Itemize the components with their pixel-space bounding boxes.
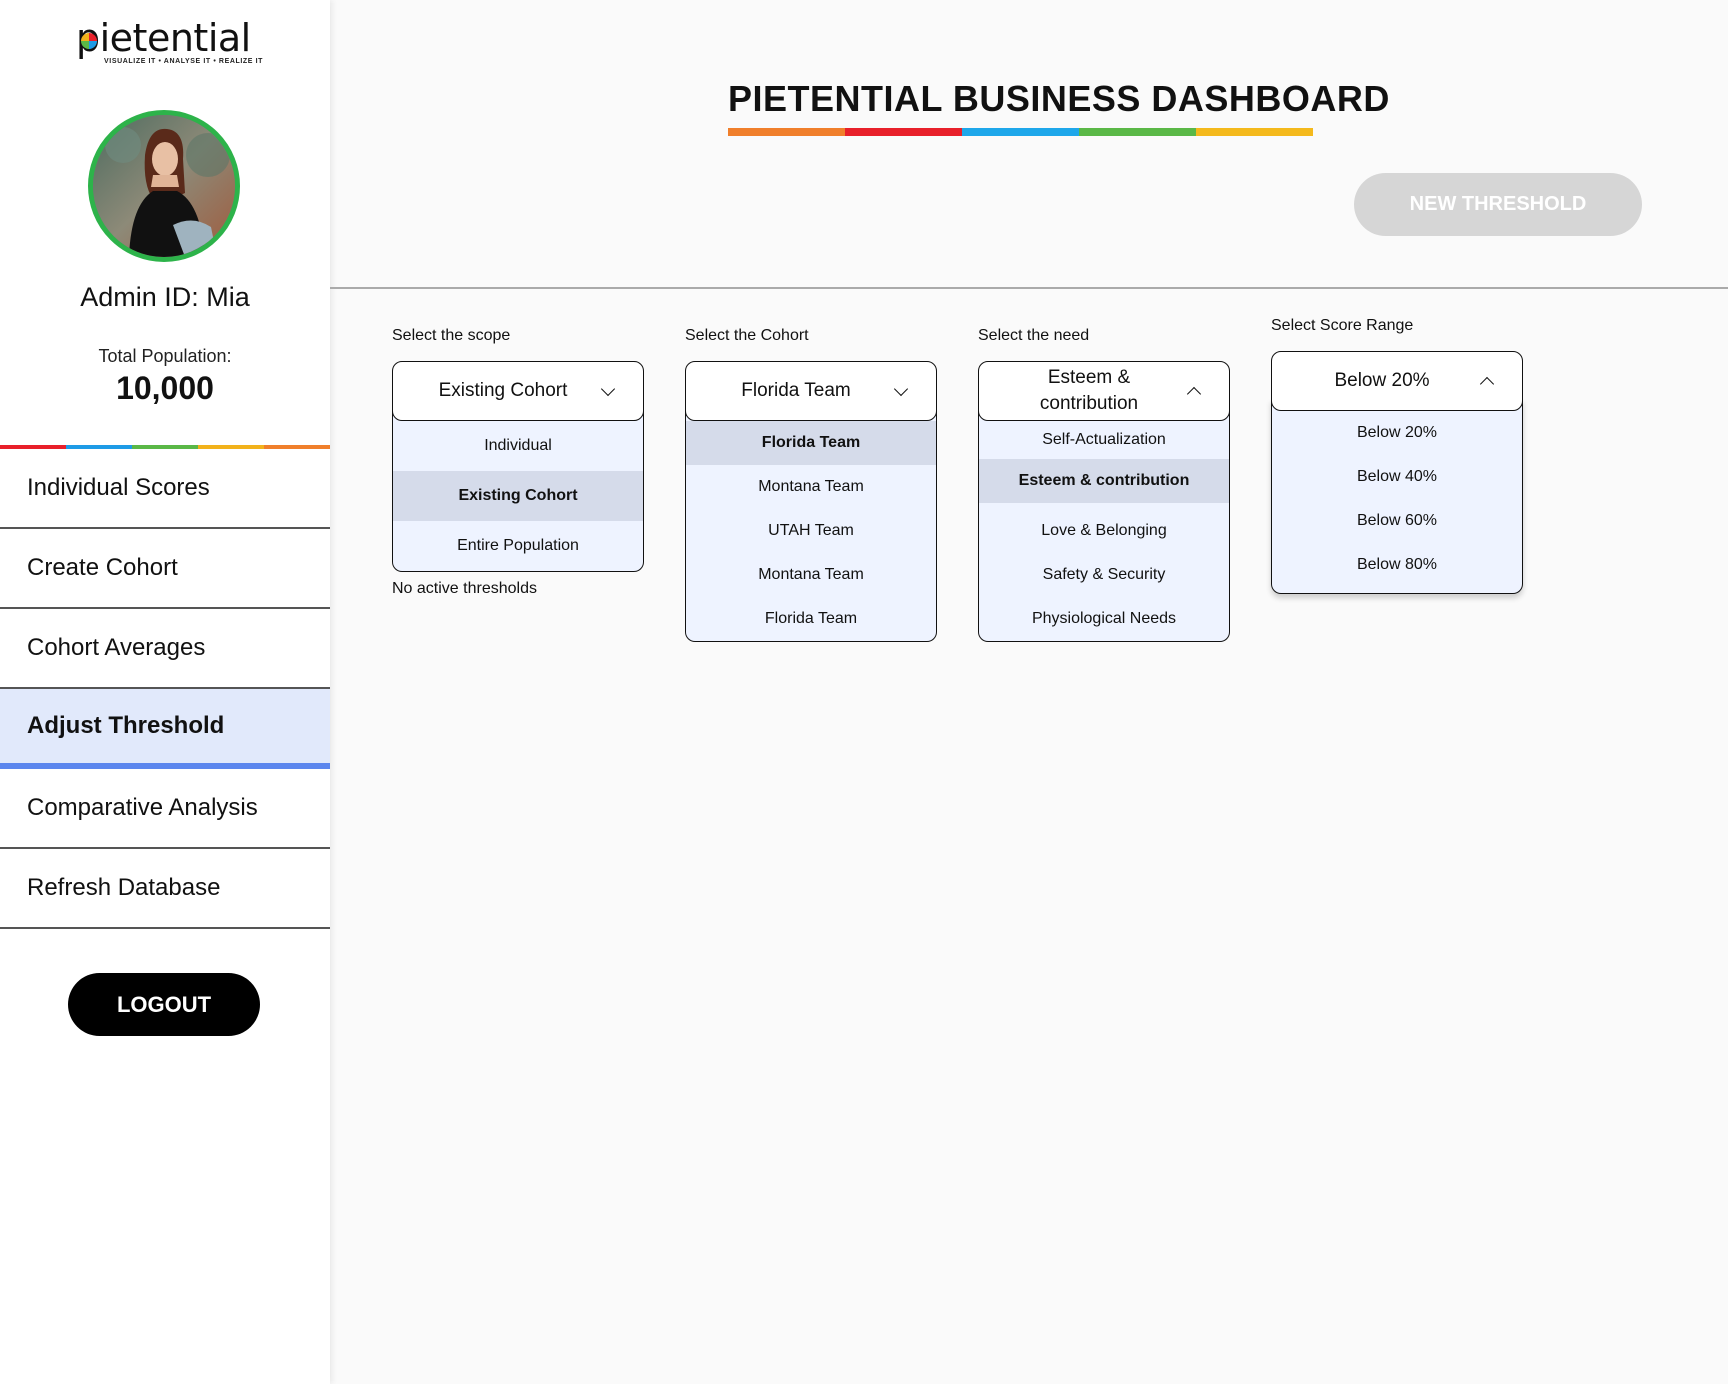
scope-selector: Select the scope Existing Cohort Individ…	[392, 327, 644, 598]
chevron-up-icon	[1186, 386, 1202, 402]
no-active-thresholds-text: No active thresholds	[392, 580, 537, 597]
need-option-safety-security[interactable]: Safety & Security	[979, 553, 1229, 597]
need-selector: Select the need Esteem & contribution Se…	[978, 327, 1230, 642]
cohort-option[interactable]: Montana Team	[686, 553, 936, 597]
score-range-dropdown-toggle[interactable]: Below 20%	[1271, 351, 1523, 411]
chevron-up-icon	[1479, 376, 1495, 392]
score-range-option[interactable]: Below 20%	[1272, 411, 1522, 455]
chevron-down-icon	[600, 381, 616, 397]
scope-label: Select the scope	[392, 327, 511, 344]
sidebar-item-adjust-threshold[interactable]: Adjust Threshold	[0, 689, 330, 769]
new-threshold-button[interactable]: NEW THRESHOLD	[1354, 173, 1642, 236]
score-range-selector: Select Score Range Below 20% Below 20% B…	[1271, 317, 1523, 594]
logout-button[interactable]: LOGOUT	[68, 973, 260, 1036]
scope-options-list: Individual Existing Cohort Entire Popula…	[392, 409, 644, 572]
page-title: PIETENTIAL BUSINESS DASHBOARD	[728, 78, 1390, 119]
score-range-label: Select Score Range	[1271, 317, 1414, 334]
need-option-physiological-needs[interactable]: Physiological Needs	[979, 597, 1229, 641]
cohort-label: Select the Cohort	[685, 327, 809, 344]
sidebar-item-comparative-analysis[interactable]: Comparative Analysis	[0, 769, 330, 849]
sidebar-nav: Individual Scores Create Cohort Cohort A…	[0, 449, 330, 929]
scope-dropdown: Existing Cohort Individual Existing Coho…	[392, 361, 644, 572]
cohort-dropdown: Florida Team Florida Team Montana Team U…	[685, 361, 937, 642]
score-range-option[interactable]: Below 80%	[1272, 543, 1522, 587]
need-selected-value: Esteem & contribution	[1039, 367, 1139, 414]
scope-option-entire-population[interactable]: Entire Population	[393, 521, 643, 571]
avatar-photo	[93, 115, 235, 257]
logo-wordmark: pietential	[76, 16, 251, 60]
logo-tagline: VISUALIZE IT • ANALYSE IT • REALIZE IT	[104, 58, 264, 65]
score-range-selected-value: Below 20%	[1334, 370, 1430, 391]
admin-id: Admin ID: Mia	[80, 282, 250, 312]
logo-pie-icon	[81, 33, 97, 49]
sidebar: pietential VISUALIZE IT • ANALYSE IT • R…	[0, 0, 330, 1384]
scope-option-existing-cohort[interactable]: Existing Cohort	[393, 471, 643, 521]
need-options-list: Self-Actualization Esteem & contribution…	[978, 409, 1230, 642]
avatar	[88, 110, 240, 262]
population-label: Total Population:	[98, 346, 232, 366]
sidebar-item-individual-scores[interactable]: Individual Scores	[0, 449, 330, 529]
cohort-option[interactable]: Florida Team	[686, 597, 936, 641]
scope-dropdown-toggle[interactable]: Existing Cohort	[392, 361, 644, 421]
need-label: Select the need	[978, 327, 1090, 344]
need-option-esteem-contribution[interactable]: Esteem & contribution	[979, 459, 1229, 503]
need-option-love-belonging[interactable]: Love & Belonging	[979, 509, 1229, 553]
title-color-bar	[728, 128, 1313, 136]
score-range-options-list: Below 20% Below 40% Below 60% Below 80%	[1271, 399, 1523, 594]
score-range-option[interactable]: Below 60%	[1272, 499, 1522, 543]
cohort-options-list: Florida Team Montana Team UTAH Team Mont…	[685, 409, 937, 642]
cohort-selected-value: Florida Team	[741, 380, 851, 401]
sidebar-item-create-cohort[interactable]: Create Cohort	[0, 529, 330, 609]
pietential-logo[interactable]: pietential VISUALIZE IT • ANALYSE IT • R…	[76, 16, 262, 66]
chevron-down-icon	[893, 381, 909, 397]
cohort-option[interactable]: Montana Team	[686, 465, 936, 509]
need-dropdown-toggle[interactable]: Esteem & contribution	[978, 361, 1230, 421]
cohort-option[interactable]: UTAH Team	[686, 509, 936, 553]
cohort-selector: Select the Cohort Florida Team Florida T…	[685, 327, 937, 642]
score-range-option[interactable]: Below 40%	[1272, 455, 1522, 499]
sidebar-item-refresh-database[interactable]: Refresh Database	[0, 849, 330, 929]
need-option-self-actualization[interactable]: Self-Actualization	[979, 421, 1229, 459]
need-dropdown: Esteem & contribution Self-Actualization…	[978, 361, 1230, 642]
header-divider	[330, 287, 1728, 289]
scope-selected-value: Existing Cohort	[438, 380, 568, 401]
cohort-option[interactable]: Florida Team	[686, 421, 936, 465]
scope-option-individual[interactable]: Individual	[393, 421, 643, 471]
cohort-dropdown-toggle[interactable]: Florida Team	[685, 361, 937, 421]
score-range-dropdown: Below 20% Below 20% Below 40% Below 60% …	[1271, 351, 1523, 594]
sidebar-item-cohort-averages[interactable]: Cohort Averages	[0, 609, 330, 689]
population-value: 10,000	[116, 370, 214, 406]
